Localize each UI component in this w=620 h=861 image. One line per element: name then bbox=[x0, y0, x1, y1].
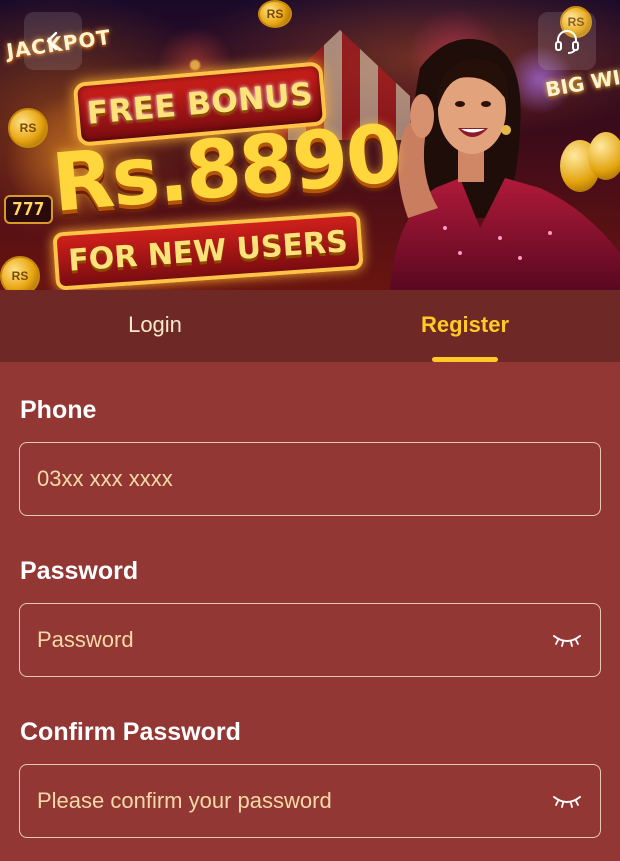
confirm-password-field[interactable] bbox=[19, 764, 601, 838]
coin-decoration: RS bbox=[8, 108, 48, 148]
password-field[interactable] bbox=[19, 603, 601, 677]
tab-register[interactable]: Register bbox=[310, 290, 620, 362]
eye-closed-icon[interactable] bbox=[552, 633, 582, 647]
headset-icon bbox=[555, 30, 579, 54]
phone-input[interactable] bbox=[37, 466, 582, 492]
password-label: Password bbox=[20, 557, 139, 585]
chevron-left-icon bbox=[46, 31, 58, 51]
phone-label: Phone bbox=[20, 396, 97, 424]
phone-field[interactable] bbox=[19, 442, 601, 516]
confirm-password-label: Confirm Password bbox=[20, 718, 241, 746]
eye-closed-icon[interactable] bbox=[552, 794, 582, 808]
active-tab-indicator bbox=[432, 357, 498, 362]
tab-login-label: Login bbox=[128, 311, 182, 337]
back-button[interactable] bbox=[24, 12, 82, 70]
auth-tabs: Login Register bbox=[0, 290, 620, 362]
slot-machine-decoration: 777 bbox=[4, 195, 53, 224]
tab-register-label: Register bbox=[420, 311, 510, 337]
confirm-password-input[interactable] bbox=[37, 788, 552, 814]
customer-support-button[interactable] bbox=[538, 12, 596, 70]
password-input[interactable] bbox=[37, 627, 552, 653]
tab-login[interactable]: Login bbox=[0, 290, 310, 362]
coin-decoration: RS bbox=[0, 256, 40, 290]
promo-banner[interactable]: JACKPOT BIG WIN 777 RS RS RS RS FREE BON… bbox=[0, 0, 620, 290]
coin-decoration: RS bbox=[258, 0, 292, 28]
